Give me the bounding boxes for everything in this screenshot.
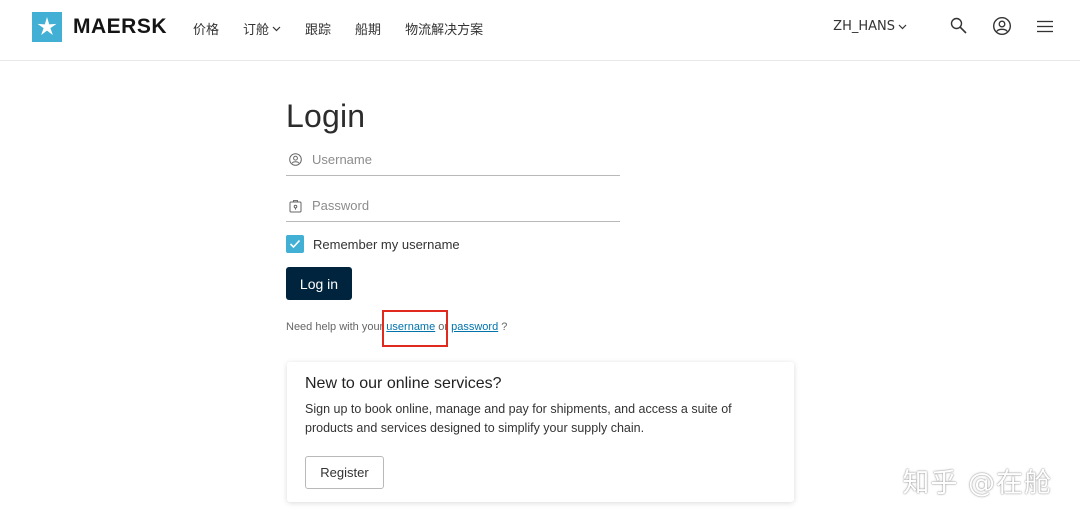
nav-item-label: 物流解决方案 — [405, 23, 484, 38]
star-icon — [32, 12, 62, 42]
nav-item-label: 跟踪 — [305, 23, 332, 38]
chevron-down-icon — [898, 19, 907, 34]
menu-icon[interactable] — [1034, 15, 1056, 37]
user-icon — [288, 153, 302, 167]
nav-item-price[interactable]: 价格 — [193, 19, 219, 38]
remember-username: Remember my username — [286, 235, 460, 253]
username-field-wrapper — [286, 144, 620, 176]
nav-item-schedules[interactable]: 船期 — [355, 19, 381, 38]
page-title: Login — [286, 98, 366, 134]
card-title: New to our online services? — [305, 375, 502, 392]
user-account-icon[interactable] — [991, 15, 1013, 37]
top-header: MAERSK 价格 订舱 跟踪 船期 物流解决方案 ZH_HANS — [0, 0, 1080, 61]
header-tools: ZH_HANS — [833, 15, 1056, 37]
card-description: Sign up to book online, manage and pay f… — [305, 402, 732, 435]
help-suffix: ? — [501, 321, 508, 333]
search-icon[interactable] — [948, 15, 970, 37]
nav-item-label: 订舱 — [243, 23, 270, 38]
lock-icon — [288, 199, 302, 213]
register-card: New to our online services? Sign up to b… — [287, 362, 794, 502]
main-nav: 价格 订舱 跟踪 船期 物流解决方案 — [193, 19, 507, 38]
language-label: ZH_HANS — [833, 18, 895, 34]
username-input[interactable] — [312, 152, 602, 167]
password-field-wrapper — [286, 190, 620, 222]
nav-item-tracking[interactable]: 跟踪 — [305, 19, 331, 38]
login-form: Login Remember my username Log in Need h… — [286, 98, 620, 333]
password-input[interactable] — [312, 198, 602, 213]
chevron-down-icon — [272, 21, 281, 36]
remember-label: Remember my username — [313, 236, 460, 252]
nav-item-logistics-solutions[interactable]: 物流解决方案 — [405, 19, 483, 38]
nav-item-label: 价格 — [193, 23, 220, 38]
brand-name: MAERSK — [73, 15, 168, 38]
remember-checkbox[interactable] — [286, 235, 304, 253]
checkmark-icon — [289, 239, 301, 249]
maersk-logo[interactable]: MAERSK — [32, 12, 167, 42]
login-button[interactable]: Log in — [286, 267, 352, 300]
nav-item-booking[interactable]: 订舱 — [243, 19, 281, 38]
register-button[interactable]: Register — [305, 456, 384, 489]
help-prefix: Need help with your — [286, 321, 384, 333]
highlight-box — [382, 310, 448, 347]
forgot-password-link[interactable]: password — [451, 321, 498, 333]
watermark: 知乎 @在舱 — [902, 468, 1052, 499]
language-selector[interactable]: ZH_HANS — [833, 19, 907, 34]
nav-item-label: 船期 — [355, 23, 382, 38]
